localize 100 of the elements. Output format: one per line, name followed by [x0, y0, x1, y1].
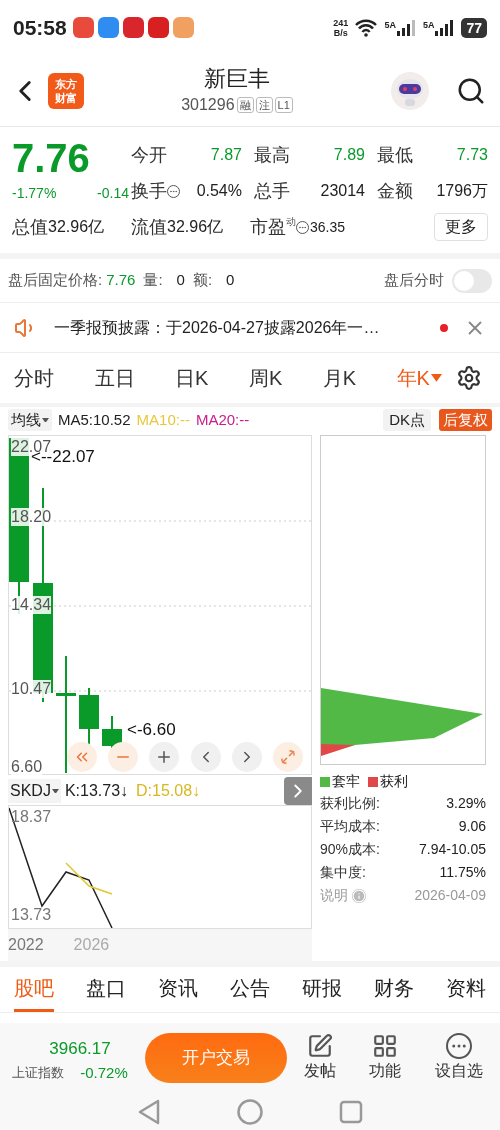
candlestick-chart[interactable]: 22.07 18.20 14.34 10.47 6.60 <--22.07 <-6.60 — [8, 435, 312, 775]
period-tab[interactable]: 月K — [322, 363, 357, 393]
ma-value: MA20:-- — [195, 409, 250, 430]
section-tab[interactable]: 财务 — [374, 967, 414, 1012]
settings-icon[interactable] — [456, 365, 482, 391]
toolbar-button[interactable]: 发帖 — [303, 1033, 336, 1083]
chip-stat-value: 9.06 — [458, 817, 486, 836]
year-label: 2026 — [73, 935, 110, 955]
robot-icon[interactable] — [390, 70, 430, 111]
network-speed: 241 B/s — [333, 17, 349, 38]
notification-icon — [147, 17, 169, 38]
more-icon — [446, 1033, 473, 1059]
chip-stat-value: 7.94-10.05 — [419, 840, 486, 859]
notification-icon — [72, 17, 94, 38]
notification-icon — [172, 17, 194, 38]
ma-value: MA10:-- — [136, 409, 190, 430]
amount-label: 额: — [192, 270, 213, 291]
section-tab[interactable]: 研报 — [302, 967, 342, 1012]
zoom-in-icon[interactable] — [149, 742, 180, 772]
stat-label: 流值 — [131, 215, 167, 239]
dk-selector[interactable]: DK点 — [383, 408, 431, 432]
adjust-button[interactable]: 后复权 — [439, 408, 492, 432]
stock-tag: 注 — [255, 96, 273, 113]
indicator-axis-label: 13.73 — [11, 906, 52, 924]
period-tab[interactable]: 分时 — [14, 363, 54, 393]
back-nav-icon[interactable] — [137, 1098, 161, 1125]
notice-text[interactable]: 一季报预披露：于2026-04-27披露2026年一… — [54, 315, 380, 340]
zoom-out-icon[interactable] — [108, 742, 139, 772]
signal-icon — [396, 19, 417, 36]
stat-value: 36.35 — [310, 217, 346, 237]
stat-label: 今开 — [131, 143, 167, 167]
amount-value: 0 — [226, 270, 235, 291]
ma-value: MA5:10.52 — [58, 409, 131, 430]
price-axis-label: 10.47 — [11, 680, 52, 698]
section-tab[interactable]: 资讯 — [158, 967, 198, 1012]
chip-stat-label: 90%成本: — [320, 840, 380, 859]
volume-label: 量: — [143, 270, 163, 291]
recents-nav-icon[interactable] — [339, 1099, 363, 1124]
stat-label: 换手 — [131, 179, 167, 203]
stat-label: 最高 — [254, 143, 290, 167]
legend-label: 套牢 — [332, 772, 360, 791]
change-amount: -0.14 — [97, 184, 129, 203]
section-tab[interactable]: 公告 — [230, 967, 270, 1012]
stat-value: 7.87 — [210, 145, 242, 165]
fullscreen-icon[interactable] — [272, 742, 303, 772]
d-value: D:15.08↓ — [136, 781, 201, 801]
period-tab[interactable]: 日K — [175, 363, 209, 393]
profit-area — [321, 744, 355, 756]
home-nav-icon[interactable] — [237, 1098, 263, 1125]
period-tab[interactable]: 五日 — [94, 363, 135, 393]
scroll-right-icon[interactable] — [231, 742, 262, 772]
chip-date: 2026-04-09 — [414, 886, 486, 905]
stat-value: 7.73 — [456, 145, 488, 165]
note-label: 说明 — [320, 886, 348, 905]
period-tab[interactable]: 周K — [248, 363, 283, 393]
section-tab[interactable]: 盘口 — [86, 967, 126, 1012]
stat-label: 市盈 — [250, 215, 286, 239]
notification-icon — [122, 17, 144, 38]
index-name: 上证指数 — [12, 1064, 65, 1082]
toolbar-button[interactable]: 功能 — [369, 1033, 402, 1083]
stock-tag: 融 — [236, 96, 254, 113]
chip-stat-label: 获利比例: — [320, 794, 380, 813]
edit-icon — [306, 1033, 333, 1059]
change-percent: -1.77% — [12, 184, 57, 203]
scroll-left-icon[interactable] — [190, 742, 221, 772]
stat-value: 32.96亿 — [167, 217, 224, 235]
expand-icon[interactable] — [284, 777, 312, 805]
after-hours-price: 7.76 — [106, 270, 136, 291]
stat-label: 金额 — [377, 179, 413, 203]
notification-icon — [97, 17, 119, 38]
chip-stat-label: 平均成本: — [320, 817, 380, 836]
k-value: K:13.73↓ — [64, 781, 129, 801]
stock-tag: L1 — [274, 96, 293, 113]
stat-value: 7.89 — [333, 145, 365, 165]
stat-label: 总手 — [254, 179, 290, 203]
grid-icon — [372, 1033, 399, 1059]
app-logo: 东方 财富 — [48, 72, 84, 109]
toolbar-button[interactable]: 设自选 — [435, 1033, 484, 1083]
more-button[interactable]: 更多 — [434, 213, 488, 241]
chip-stat-label: 集中度: — [320, 863, 366, 882]
caret-icon — [42, 417, 49, 423]
indicator-axis-label: 18.37 — [11, 808, 52, 826]
price-axis-label: 18.20 — [11, 508, 52, 526]
signal-icon — [435, 19, 456, 36]
price-axis-label: 14.34 — [11, 596, 52, 614]
network-type: 5A — [422, 19, 435, 30]
caret-icon — [51, 788, 59, 794]
price-axis-label: 6.60 — [11, 758, 43, 776]
volume-value: 0 — [176, 270, 185, 291]
legend-label: 获利 — [380, 772, 408, 791]
stat-value: 23014 — [320, 181, 365, 201]
section-tab[interactable]: 资料 — [446, 967, 486, 1012]
wifi-icon — [354, 18, 379, 37]
rewind-icon[interactable] — [67, 742, 97, 772]
stat-value: 1796万 — [436, 181, 488, 201]
ma-selector[interactable]: 均线 — [8, 408, 52, 432]
low-marker: <-6.60 — [127, 721, 176, 739]
caret-icon — [430, 374, 442, 382]
indicator-selector[interactable]: SKDJ — [8, 779, 61, 803]
year-label: 2022 — [8, 935, 44, 955]
